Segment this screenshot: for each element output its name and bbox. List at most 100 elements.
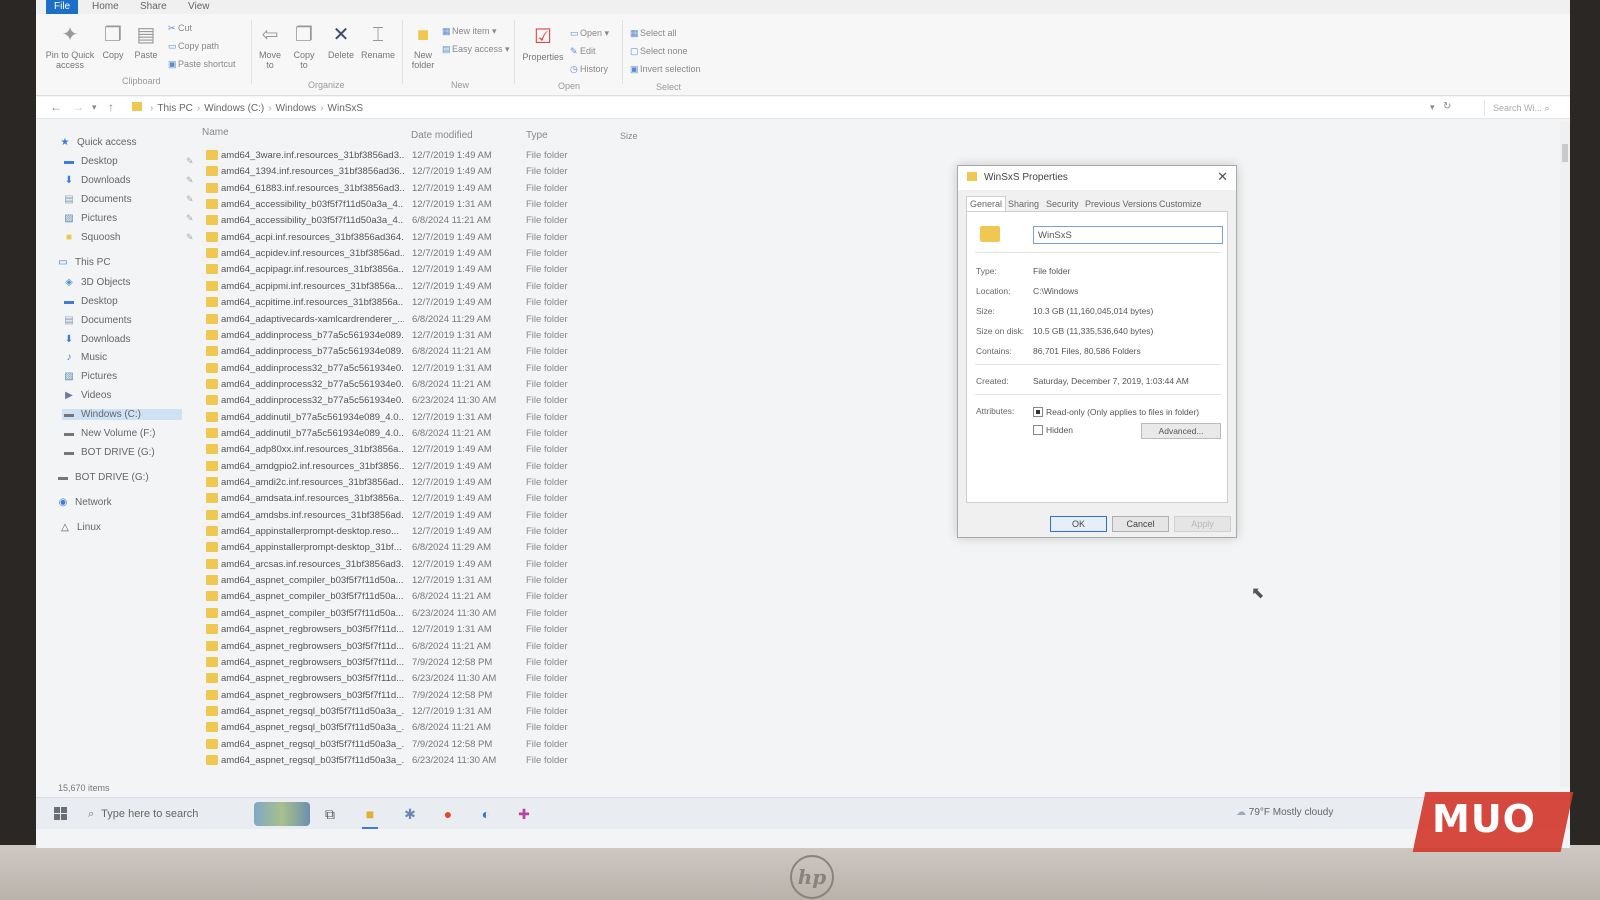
tab-file[interactable]: File [46,0,79,14]
crumb-this-pc[interactable]: This PC [157,103,193,114]
edge-icon[interactable]: ◐ [474,802,498,826]
file-row[interactable]: amd64_accessibility_b03f5f7f11d50a3a_4..… [200,197,620,213]
scrollbar-thumb[interactable] [1562,144,1568,162]
sidebar-item-music[interactable]: ♪ Music [62,352,108,363]
file-row[interactable]: amd64_amdsbs.inf.resources_31bf3856ad...… [200,508,620,524]
sidebar-item-new-volume-f[interactable]: ▬ New Volume (F:) [62,428,155,439]
file-row[interactable]: amd64_accessibility_b03f5f7f11d50a3a_4..… [200,213,620,229]
file-row[interactable]: amd64_aspnet_regsql_b03f5f7f11d50a3a_...… [200,704,620,720]
sidebar-item-documents[interactable]: ▤ Documents [62,315,131,326]
start-button[interactable] [54,807,68,821]
back-arrow-icon[interactable]: ← [50,100,62,114]
sidebar-item-network[interactable]: ◉ Network [56,497,112,508]
sidebar-item-bot-drive-g[interactable]: ▬ BOT DRIVE (G:) [62,447,155,458]
pin-icon[interactable]: ✎ [186,156,194,167]
paste-shortcut-button[interactable]: ▣Paste shortcut [168,59,236,70]
file-row[interactable]: amd64_amdi2c.inf.resources_31bf3856ad...… [200,475,620,491]
pin-quick-access-button[interactable]: ✦ Pin to Quick access [42,24,98,70]
task-view-icon[interactable]: ⧉ [318,802,342,826]
breadcrumb[interactable]: › This PC › Windows (C:) › Windows › WinSxS [132,102,363,114]
sidebar-item-quick-access[interactable]: ★ Quick access [58,137,137,148]
sidebar-item-documents[interactable]: ▤ Documents ✎ [62,194,193,205]
copy-to-button[interactable]: ❐ Copy to [290,24,318,70]
sidebar-item-squoosh[interactable]: ■ Squoosh ✎ [62,232,194,243]
crumb-windows[interactable]: Windows [276,103,317,114]
readonly-checkbox[interactable] [1033,407,1043,417]
sidebar-item-desktop[interactable]: ▬ Desktop [62,296,118,307]
file-row[interactable]: amd64_addinprocess_b77a5c561934e089... 12… [200,328,620,344]
file-row[interactable]: amd64_aspnet_regbrowsers_b03f5f7f11d... 7… [200,655,620,671]
vertical-scrollbar[interactable] [1560,122,1570,787]
rename-button[interactable]: ⌶ Rename [360,24,396,60]
tab-sharing[interactable]: Sharing [1004,196,1043,212]
file-row[interactable]: amd64_aspnet_regbrowsers_b03f5f7f11d... 7… [200,688,620,704]
tab-security[interactable]: Security [1042,196,1083,212]
sidebar-item-downloads[interactable]: ⬇ Downloads [62,334,131,345]
up-arrow-icon[interactable]: ↑ [108,100,114,114]
open-button[interactable]: ▭Open ▾ [570,28,609,39]
search-highlight-image[interactable] [254,802,310,826]
app-icon[interactable]: ✱ [398,802,422,826]
address-dropdown-icon[interactable]: ▾ [1430,102,1435,113]
paste-button[interactable]: ▤ Paste [132,24,160,60]
file-row[interactable]: amd64_amdgpio2.inf.resources_31bf3856...… [200,459,620,475]
folder-name-field[interactable]: WinSxS [1033,226,1223,244]
properties-button[interactable]: ☑ Properties [520,26,566,62]
sidebar-item-pictures[interactable]: ▨ Pictures ✎ [62,213,193,224]
file-explorer-icon[interactable]: ■ [358,802,382,829]
new-folder-button[interactable]: ■ New folder [406,24,440,70]
file-row[interactable]: amd64_61883.inf.resources_31bf3856ad3...… [200,181,620,197]
ok-button[interactable]: OK [1050,516,1107,532]
edit-button[interactable]: ✎ Edit [570,46,596,57]
file-row[interactable]: amd64_acpipmi.inf.resources_31bf3856a...… [200,279,620,295]
file-row[interactable]: amd64_aspnet_compiler_b03f5f7f11d50a... 1… [200,573,620,589]
cut-button[interactable]: ✂ Cut [168,23,192,34]
new-item-button[interactable]: ▦New item ▾ [442,26,497,37]
file-row[interactable]: amd64_adaptivecards-xamlcardrenderer_...… [200,312,620,328]
pin-icon[interactable]: ✎ [186,175,194,186]
file-row[interactable]: amd64_aspnet_compiler_b03f5f7f11d50a... 6… [200,606,620,622]
file-row[interactable]: amd64_aspnet_regsql_b03f5f7f11d50a3a_...… [200,737,620,753]
file-row[interactable]: amd64_acpidev.inf.resources_31bf3856ad..… [200,246,620,262]
tab-previous-versions[interactable]: Previous Versions [1081,196,1161,212]
browser-icon[interactable]: ● [436,802,460,826]
move-to-button[interactable]: ⇦ Move to [256,24,284,70]
forward-arrow-icon[interactable]: → [72,100,84,114]
select-all-button[interactable]: ▦Select all [630,28,677,39]
pin-icon[interactable]: ✎ [186,213,194,224]
file-row[interactable]: amd64_acpi.inf.resources_31bf3856ad364..… [200,230,620,246]
file-row[interactable]: amd64_aspnet_regbrowsers_b03f5f7f11d... 6… [200,671,620,687]
file-row[interactable]: amd64_appinstallerprompt-desktop_31bf...… [200,540,620,556]
easy-access-button[interactable]: ▤Easy access ▾ [442,44,510,55]
refresh-icon[interactable]: ↻ [1443,101,1451,112]
file-row[interactable]: amd64_arcsas.inf.resources_31bf3856ad3..… [200,557,620,573]
taskbar-search-input[interactable]: ⌕ Type here to search [88,798,238,830]
history-button[interactable]: ◷ History [570,64,608,75]
column-header-size[interactable]: Size [620,131,638,141]
file-row[interactable]: amd64_1394.inf.resources_31bf3856ad36...… [200,164,620,180]
sidebar-item-downloads[interactable]: ⬇ Downloads ✎ [62,175,194,186]
sidebar-item-bot-drive-g[interactable]: ▬ BOT DRIVE (G:) [56,472,149,483]
file-row[interactable]: amd64_addinutil_b77a5c561934e089_4.0....… [200,426,620,442]
dialog-titlebar[interactable]: WinSxS Properties ✕ [958,166,1236,190]
tab-general[interactable]: General [966,196,1007,212]
file-row[interactable]: amd64_addinprocess32_b77a5c561934e0... 12… [200,361,620,377]
file-row[interactable]: amd64_aspnet_regbrowsers_b03f5f7f11d... 6… [200,639,620,655]
file-row[interactable]: amd64_appinstallerprompt-desktop.reso...… [200,524,620,540]
file-row[interactable]: amd64_addinutil_b77a5c561934e089_4.0....… [200,410,620,426]
sidebar-item-3d-objects[interactable]: ◈ 3D Objects [62,277,130,288]
sidebar-item-windows-c[interactable]: ▬ Windows (C:) [62,409,182,420]
file-row[interactable]: amd64_acpipagr.inf.resources_31bf3856a..… [200,262,620,278]
file-row[interactable]: amd64_acpitime.inf.resources_31bf3856a..… [200,295,620,311]
sidebar-item-this-pc[interactable]: ▭ This PC [56,257,110,268]
weather-widget[interactable]: ☁ 79°F Mostly cloudy [1236,807,1333,818]
cancel-button[interactable]: Cancel [1112,516,1169,532]
hidden-checkbox[interactable] [1033,425,1043,435]
slack-icon[interactable]: ✚ [512,802,536,826]
file-row[interactable]: amd64_aspnet_regsql_b03f5f7f11d50a3a_...… [200,753,620,769]
file-row[interactable]: amd64_aspnet_regsql_b03f5f7f11d50a3a_...… [200,720,620,736]
sidebar-item-desktop[interactable]: ▬ Desktop ✎ [62,156,194,167]
copy-button[interactable]: ❐ Copy [100,24,126,60]
invert-selection-button[interactable]: ▣Invert selection [630,64,701,75]
sidebar-item-videos[interactable]: ▶ Videos [62,390,111,401]
